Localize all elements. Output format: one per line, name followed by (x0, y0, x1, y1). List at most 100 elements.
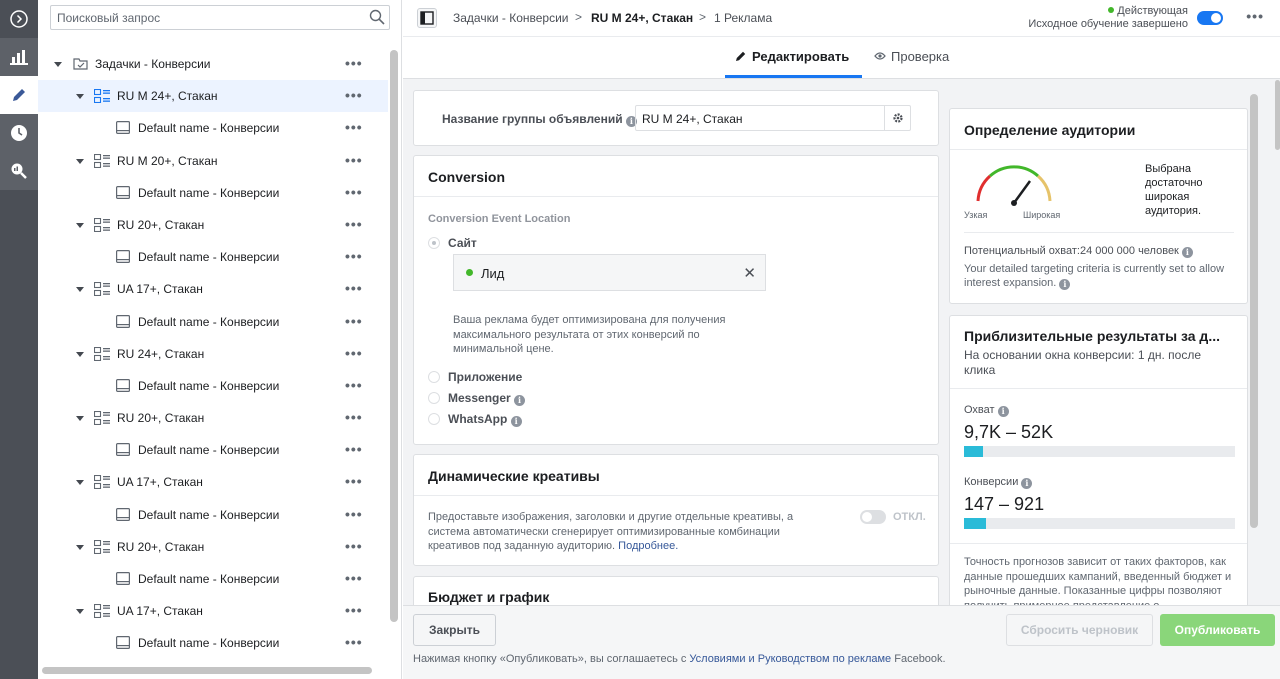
discard-draft-button[interactable]: Сбросить черновик (1006, 614, 1153, 646)
more-options-icon[interactable]: ••• (345, 635, 363, 649)
tree-scrollbar[interactable] (390, 50, 398, 622)
more-options-icon[interactable]: ••• (345, 281, 363, 295)
adset-name-input[interactable]: RU M 24+, Стакан (635, 105, 911, 131)
more-options-icon[interactable]: ••• (345, 346, 363, 360)
chevron-right-circle-icon (10, 10, 28, 28)
more-options-icon[interactable]: ••• (345, 539, 363, 553)
tree-row-ad[interactable]: Default name - Конверсии ••• (38, 241, 388, 273)
conversions-label: Конверсии i (964, 476, 1033, 489)
info-icon[interactable]: i (997, 406, 1009, 417)
more-options-icon[interactable]: ••• (345, 56, 363, 70)
clock-icon (11, 125, 27, 141)
inspect-button[interactable] (0, 152, 38, 190)
more-options-icon[interactable]: ••• (345, 185, 363, 199)
radio-app[interactable] (428, 371, 440, 383)
caret-down-icon[interactable] (76, 158, 84, 164)
tab-review[interactable]: Проверка (874, 49, 949, 64)
more-options-icon[interactable]: ••• (345, 88, 363, 102)
tree-row-ad[interactable]: Default name - Конверсии ••• (38, 627, 388, 659)
tree-row-ad[interactable]: Default name - Конверсии ••• (38, 370, 388, 402)
tree-row-adset[interactable]: RU 24+, Стакан ••• (38, 338, 388, 370)
breadcrumb-campaign[interactable]: Задачки - Конверсии (453, 11, 569, 25)
more-options-icon[interactable]: ••• (345, 442, 363, 456)
caret-down-icon[interactable] (76, 287, 84, 293)
search-input[interactable]: Поисковый запрос (50, 5, 390, 30)
caret-down-icon[interactable] (76, 609, 84, 615)
dynamic-creative-toggle[interactable] (860, 510, 886, 524)
info-icon[interactable]: i (1181, 247, 1193, 258)
tree-row-adset[interactable]: RU 20+, Стакан ••• (38, 402, 388, 434)
caret-down-icon[interactable] (76, 544, 84, 550)
tree-row-ad[interactable]: Default name - Конверсии ••• (38, 177, 388, 209)
tree-horizontal-scrollbar[interactable] (42, 667, 372, 674)
more-options-icon[interactable]: ••• (345, 153, 363, 167)
tree-row-adset[interactable]: UA 17+, Стакан ••• (38, 466, 388, 498)
publish-button[interactable]: Опубликовать (1160, 614, 1275, 646)
more-options-icon[interactable]: ••• (345, 571, 363, 585)
more-options-icon[interactable]: ••• (1246, 9, 1264, 23)
caret-down-icon[interactable] (54, 62, 62, 67)
tree-label: Default name - Конверсии (138, 121, 280, 136)
tree-row-adset[interactable]: RU M 20+, Стакан ••• (38, 145, 388, 177)
conversion-event-field[interactable]: Лид ✕ (453, 254, 766, 291)
tree-row-ad[interactable]: Default name - Конверсии ••• (38, 563, 388, 595)
terms-link[interactable]: Условиями и Руководством по рекламе (689, 653, 891, 665)
tree-label: Default name - Конверсии (138, 443, 280, 458)
toggle-panel-button[interactable] (417, 8, 437, 28)
more-options-icon[interactable]: ••• (345, 314, 363, 328)
event-status-dot (466, 269, 473, 276)
caret-down-icon[interactable] (76, 416, 84, 422)
tree-row-adset[interactable]: UA 17+, Стакан ••• (38, 273, 388, 305)
tab-edit[interactable]: Редактировать (735, 49, 849, 64)
radio-whatsapp[interactable] (428, 413, 440, 425)
expand-rail-button[interactable] (0, 0, 38, 38)
edit-mode-button[interactable] (0, 76, 38, 114)
reports-button[interactable] (0, 38, 38, 76)
divider (950, 543, 1247, 544)
page-scrollbar[interactable] (1275, 80, 1280, 150)
more-options-icon[interactable]: ••• (345, 217, 363, 231)
reach-value: 9,7K – 52K (964, 422, 1054, 442)
settings-button[interactable] (884, 106, 910, 130)
radio-site[interactable] (428, 237, 440, 249)
close-button[interactable]: Закрыть (413, 614, 496, 646)
tree-row-ad[interactable]: Default name - Конверсии ••• (38, 434, 388, 466)
tree-row-adset[interactable]: RU 20+, Стакан ••• (38, 209, 388, 241)
divider (950, 388, 1247, 389)
caret-down-icon[interactable] (76, 94, 84, 100)
search-icon[interactable] (369, 9, 385, 25)
info-icon[interactable]: i (510, 416, 522, 427)
tree-row-ad[interactable]: Default name - Конверсии ••• (38, 306, 388, 338)
breadcrumb-adset[interactable]: RU M 24+, Стакан (591, 11, 693, 25)
tree-row-ad[interactable]: Default name - Конверсии ••• (38, 499, 388, 531)
more-options-icon[interactable]: ••• (345, 603, 363, 617)
caret-down-icon[interactable] (76, 222, 84, 228)
caret-down-icon[interactable] (76, 480, 84, 486)
info-icon[interactable]: i (514, 395, 526, 406)
adset-on-off-toggle[interactable] (1197, 11, 1223, 25)
tree-row-adset[interactable]: RU M 24+, Стакан ••• (38, 80, 388, 113)
info-icon[interactable]: i (1021, 478, 1033, 489)
audience-gauge-icon (976, 165, 1052, 206)
caret-down-icon[interactable] (76, 351, 84, 357)
learn-more-link[interactable]: Подробнее. (618, 540, 678, 552)
form-scrollbar[interactable] (1250, 94, 1258, 528)
tree-row-adset[interactable]: RU 20+, Стакан ••• (38, 531, 388, 563)
more-options-icon[interactable]: ••• (345, 378, 363, 392)
ad-icon (116, 378, 130, 392)
more-options-icon[interactable]: ••• (345, 474, 363, 488)
info-icon[interactable]: i (1059, 279, 1071, 290)
tree-row-campaign[interactable]: Задачки - Конверсии ••• (38, 48, 388, 80)
estimates-footnote: Точность прогнозов зависит от таких факт… (964, 556, 1232, 605)
more-options-icon[interactable]: ••• (345, 410, 363, 424)
more-options-icon[interactable]: ••• (345, 507, 363, 521)
tree-row-adset[interactable]: UA 17+, Стакан ••• (38, 595, 388, 627)
more-options-icon[interactable]: ••• (345, 249, 363, 263)
radio-messenger[interactable] (428, 392, 440, 404)
breadcrumb-ads[interactable]: 1 Реклама (714, 11, 772, 25)
tree-label: UA 17+, Стакан (117, 282, 203, 297)
tree-row-ad[interactable]: Default name - Конверсии ••• (38, 112, 388, 144)
close-icon[interactable]: ✕ (743, 264, 756, 282)
history-button[interactable] (0, 114, 38, 152)
more-options-icon[interactable]: ••• (345, 120, 363, 134)
